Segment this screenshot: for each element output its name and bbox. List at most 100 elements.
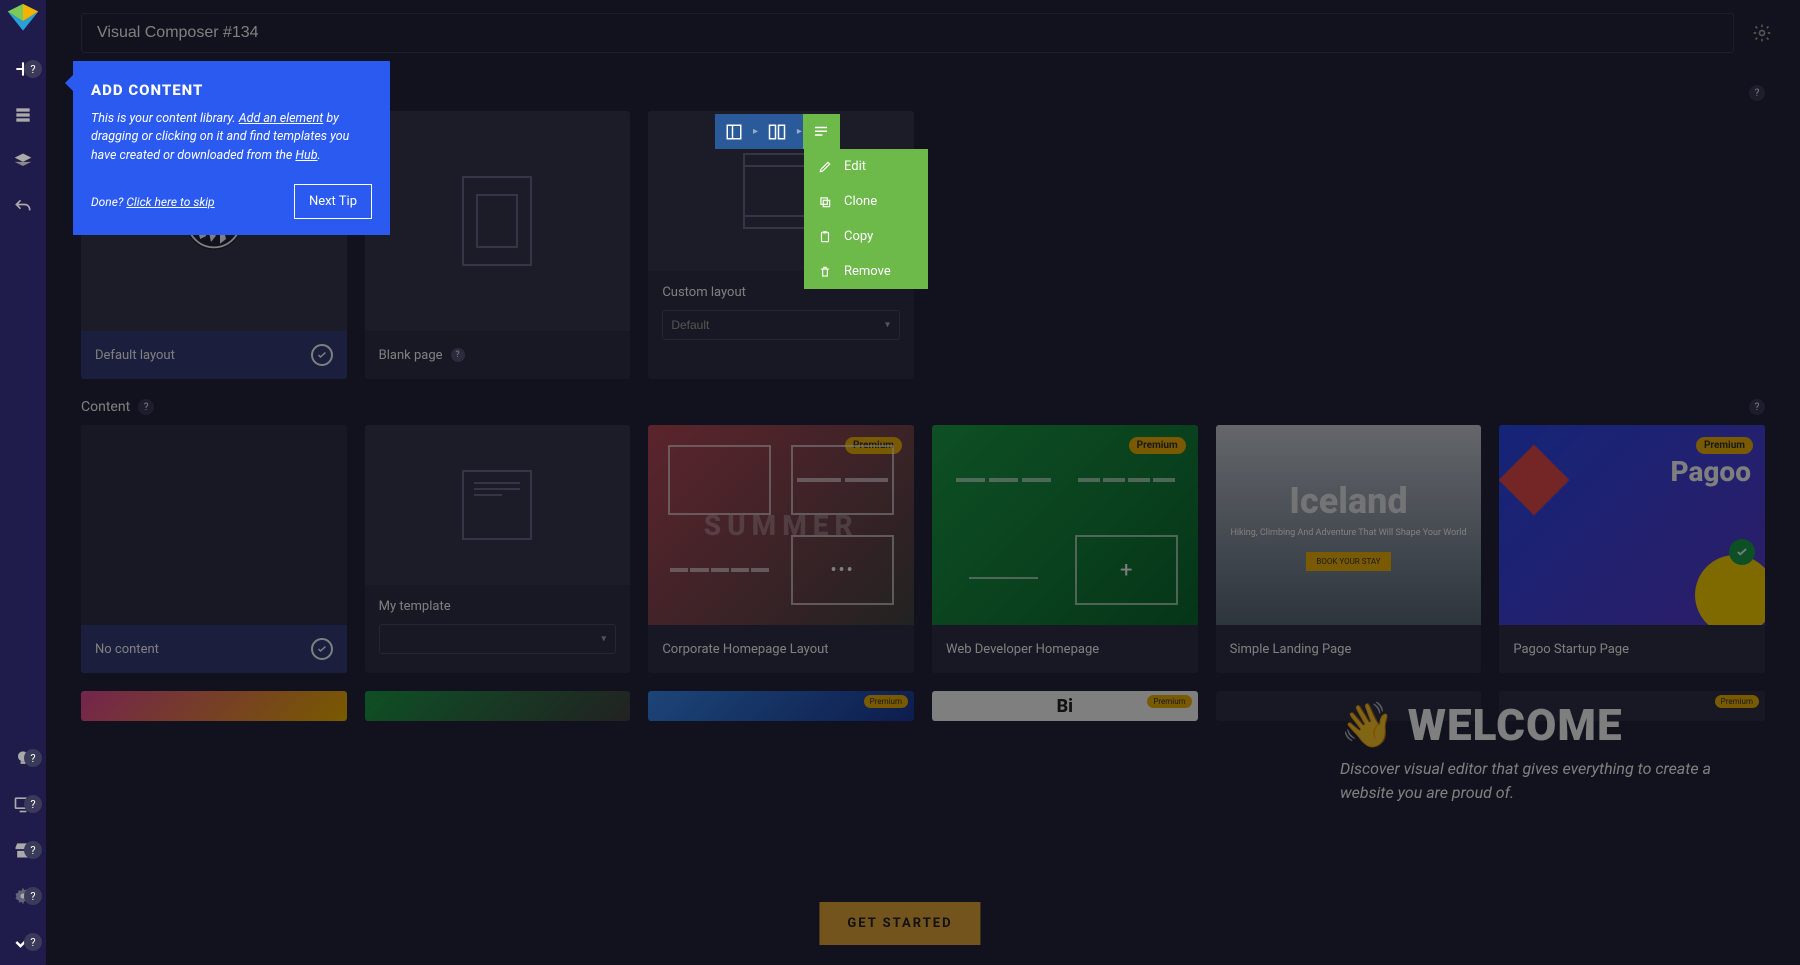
card-label: Web Developer Homepage — [946, 642, 1099, 657]
breadcrumb-text-block[interactable] — [803, 114, 840, 149]
card-footer: Web Developer Homepage — [932, 625, 1198, 673]
card-footer: Pagoo Startup Page — [1499, 625, 1765, 673]
my-template-label: My template — [379, 599, 617, 614]
content-card-pagoo[interactable]: Pagoo Premium Pagoo Startup Page — [1499, 425, 1765, 673]
menu-label: Edit — [844, 159, 866, 174]
layout-card-blank[interactable]: Blank page ? — [365, 111, 631, 379]
hub-link[interactable]: Hub — [295, 148, 317, 163]
clone-icon — [818, 195, 832, 209]
page-settings-button[interactable] — [1744, 15, 1780, 51]
breadcrumb-row[interactable] — [715, 114, 752, 149]
card-footer: No content — [81, 625, 347, 673]
gear-icon — [1752, 23, 1772, 43]
undo-icon — [13, 197, 33, 217]
my-template-body: My template — [365, 585, 631, 668]
add-element-link[interactable]: Add an element — [239, 111, 324, 126]
page-title-input[interactable] — [81, 13, 1734, 53]
responsive-button[interactable]: ? — [0, 781, 46, 827]
next-tip-button[interactable]: Next Tip — [294, 184, 372, 220]
menu-item-copy[interactable]: Copy — [804, 219, 928, 254]
tree-view-button[interactable] — [0, 138, 46, 184]
card-preview: Pagoo Premium — [1499, 425, 1765, 625]
info-icon: ? — [451, 348, 465, 362]
menu-label: Clone — [844, 194, 877, 209]
selected-check-icon — [311, 344, 333, 366]
templates-button[interactable] — [0, 92, 46, 138]
card-preview — [365, 111, 631, 331]
hub-button[interactable]: ? — [0, 827, 46, 873]
publish-button[interactable]: ? — [0, 919, 46, 965]
tooltip-body: This is your content library. Add an ele… — [91, 110, 372, 166]
help-icon[interactable]: ? — [1749, 85, 1765, 101]
help-badge-icon: ? — [24, 749, 42, 767]
row-icon — [725, 123, 743, 141]
content-card-my-template[interactable]: My template — [365, 425, 631, 673]
preview-cta: BOOK YOUR STAY — [1306, 552, 1390, 571]
content-card-none[interactable]: No content — [81, 425, 347, 673]
premium-badge: Premium — [1696, 437, 1753, 454]
skip-link[interactable]: Click here to skip — [126, 195, 214, 209]
preview-sub: Hiking, Climbing And Adventure That Will… — [1230, 528, 1466, 538]
info-icon[interactable]: ? — [138, 399, 154, 415]
chevron-right-icon: ▸ — [752, 126, 759, 137]
layers-icon — [13, 151, 33, 171]
my-template-select[interactable] — [379, 624, 617, 654]
card-label: Corporate Homepage Layout — [662, 642, 828, 657]
content-grid: No content My template — [81, 425, 1765, 673]
card-preview: Premium + — [932, 425, 1198, 625]
custom-layout-select[interactable]: Default — [662, 310, 900, 340]
sidebar: ? ? ? ? ? ? — [0, 0, 46, 965]
menu-label: Remove — [844, 264, 891, 279]
settings-button[interactable]: ? — [0, 873, 46, 919]
templates-icon — [13, 105, 33, 125]
help-icon[interactable]: ? — [1749, 399, 1765, 415]
tooltip-footer: Done? Click here to skip Next Tip — [91, 184, 372, 220]
menu-item-remove[interactable]: Remove — [804, 254, 928, 289]
card-label: Pagoo Startup Page — [1513, 642, 1629, 657]
card-footer: Blank page ? — [365, 331, 631, 379]
card-preview: SUMMER Premium ••• — [648, 425, 914, 625]
trash-icon — [818, 265, 832, 279]
welcome-heading: WELCOME — [1408, 699, 1623, 751]
help-badge-icon: ? — [24, 841, 42, 859]
onboarding-tooltip: ADD CONTENT This is your content library… — [73, 61, 390, 235]
help-badge-icon: ? — [24, 795, 42, 813]
menu-item-clone[interactable]: Clone — [804, 184, 928, 219]
element-breadcrumb: ▸ ▸ — [715, 114, 840, 149]
content-card-simple[interactable]: Iceland Hiking, Climbing And Adventure T… — [1216, 425, 1482, 673]
preview-text: Pagoo — [1670, 455, 1751, 488]
check-badge-icon — [1729, 539, 1755, 565]
element-context-menu: Edit Clone Copy Remove — [804, 149, 928, 289]
pencil-icon — [818, 160, 832, 174]
template-thumb[interactable] — [365, 691, 631, 721]
menu-item-edit[interactable]: Edit — [804, 149, 928, 184]
template-thumb[interactable]: BiPremium — [932, 691, 1198, 721]
undo-button[interactable] — [0, 184, 46, 230]
card-preview — [365, 425, 631, 585]
wave-emoji: 👋 — [1340, 699, 1396, 751]
layout-overlay: ••• — [648, 425, 914, 625]
help-badge-icon: ? — [24, 933, 42, 951]
section-label: Content — [81, 399, 130, 415]
get-started-button[interactable]: GET STARTED — [819, 902, 980, 945]
add-content-button[interactable]: ? — [0, 46, 46, 92]
template-thumb[interactable]: Premium — [648, 691, 914, 721]
clipboard-icon — [818, 230, 832, 244]
content-card-corporate[interactable]: SUMMER Premium ••• Corporate Homepage La… — [648, 425, 914, 673]
card-footer: Default layout — [81, 331, 347, 379]
insights-button[interactable]: ? — [0, 735, 46, 781]
card-preview — [81, 425, 347, 625]
template-thumb[interactable] — [81, 691, 347, 721]
column-icon — [768, 123, 786, 141]
tooltip-done: Done? Click here to skip — [91, 193, 215, 211]
content-card-webdev[interactable]: Premium + Web Developer Homepage — [932, 425, 1198, 673]
breadcrumb-column[interactable] — [759, 114, 796, 149]
chevron-right-icon: ▸ — [796, 126, 803, 137]
title-bar — [46, 0, 1800, 65]
card-footer: Corporate Homepage Layout — [648, 625, 914, 673]
help-badge-icon: ? — [24, 887, 42, 905]
layout-overlay: + — [932, 425, 1198, 625]
card-label: Simple Landing Page — [1230, 642, 1352, 657]
tooltip-title: ADD CONTENT — [91, 79, 372, 102]
card-label: Default layout — [95, 348, 175, 363]
